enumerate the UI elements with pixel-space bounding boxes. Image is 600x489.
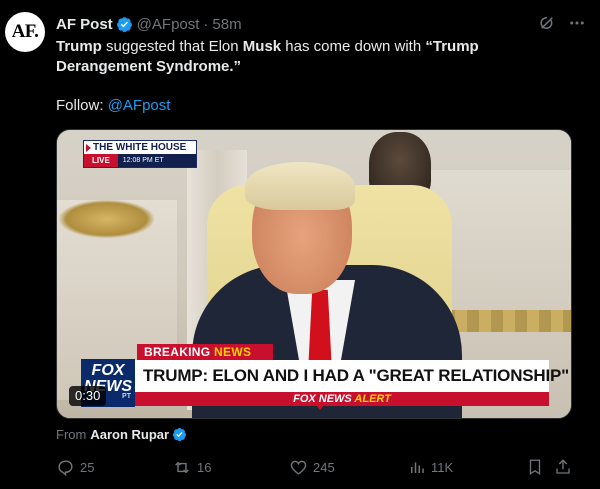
reply-icon xyxy=(56,458,75,477)
header-actions xyxy=(538,14,586,32)
views-count: 11K xyxy=(431,459,454,475)
breaking-news-banner: BREAKING NEWS xyxy=(137,344,273,360)
repost-button[interactable]: 16 xyxy=(172,456,211,478)
gold-ornament xyxy=(59,200,154,238)
alert-bar: FOX NEWS ALERT xyxy=(135,392,549,406)
share-icon xyxy=(554,458,572,476)
live-bar: LIVE 12:08 PM ET xyxy=(84,154,196,167)
live-label: LIVE xyxy=(84,154,118,167)
like-button[interactable]: 245 xyxy=(289,456,335,478)
like-icon xyxy=(289,458,308,477)
views-icon xyxy=(408,458,426,476)
alert-word: ALERT xyxy=(354,393,391,405)
speaker-hair xyxy=(245,162,355,210)
bookmark-icon xyxy=(526,458,544,476)
video-attribution: From Aaron Rupar xyxy=(56,427,187,442)
verified-badge-icon xyxy=(172,427,187,442)
tweet-segment: suggested that Elon xyxy=(101,38,243,55)
white-house-title: THE WHITE HOUSE xyxy=(93,142,187,153)
breaking-label: BREAKING xyxy=(144,345,211,359)
post-time[interactable]: 58m xyxy=(212,16,241,33)
alert-prefix: FOX NEWS xyxy=(293,393,352,405)
tweet-segment: has come down with xyxy=(281,38,426,55)
breaking-news-word: NEWS xyxy=(214,345,252,359)
attribution-prefix: From xyxy=(56,427,87,442)
chyron: TRUMP: ELON AND I HAD A "GREAT RELATIONS… xyxy=(135,360,569,392)
video-player[interactable]: THE WHITE HOUSE LIVE 12:08 PM ET BREAKIN… xyxy=(56,129,572,419)
tweet-text: Trump suggested that Elon Musk has come … xyxy=(56,37,576,77)
reply-button[interactable]: 25 xyxy=(56,456,94,478)
verified-badge-icon[interactable] xyxy=(116,16,133,33)
follow-link[interactable]: @AFpost xyxy=(108,97,171,114)
author-handle[interactable]: @AFpost xyxy=(137,16,200,33)
repost-icon xyxy=(172,458,192,477)
author-name[interactable]: AF Post xyxy=(56,16,113,33)
tweet-segment: Trump xyxy=(56,38,102,55)
views-button[interactable]: 11K xyxy=(408,456,453,478)
grok-icon[interactable] xyxy=(538,14,556,32)
avatar[interactable]: AF. xyxy=(5,12,45,52)
network-zone: PT xyxy=(122,393,131,400)
bookmark-button[interactable] xyxy=(526,456,544,478)
follow-prefix: Follow: xyxy=(56,97,108,114)
video-duration: 0:30 xyxy=(69,386,107,406)
live-time: 12:08 PM ET xyxy=(122,157,164,164)
more-icon[interactable] xyxy=(568,14,586,32)
action-bar: 25 16 245 11K xyxy=(56,456,576,478)
tweet-segment: Musk xyxy=(242,38,282,55)
white-house-badge: THE WHITE HOUSE LIVE 12:08 PM ET xyxy=(83,140,197,168)
like-count: 245 xyxy=(313,459,335,475)
follow-line: Follow: @AFpost xyxy=(56,96,170,116)
tweet-header: AF Post @AFpost · 58m xyxy=(56,14,590,34)
reply-count: 25 xyxy=(80,459,95,475)
attribution-name[interactable]: Aaron Rupar xyxy=(90,427,169,442)
repost-count: 16 xyxy=(197,459,212,475)
meta-separator: · xyxy=(203,15,209,33)
share-button[interactable] xyxy=(554,456,572,478)
